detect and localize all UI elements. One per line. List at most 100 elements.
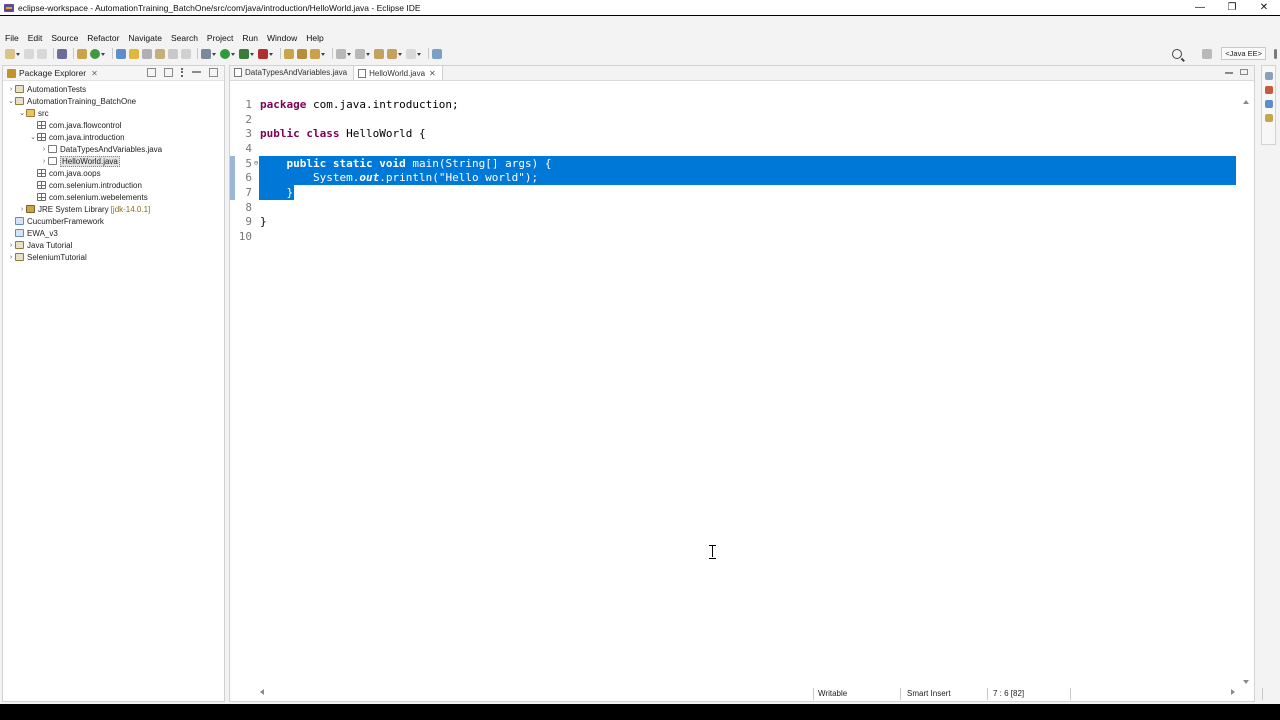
expand-toggle-icon[interactable]: ⌄ bbox=[7, 97, 15, 105]
minimize-view-icon[interactable] bbox=[192, 71, 201, 73]
block-selection-icon[interactable] bbox=[168, 48, 178, 59]
open-folder-icon[interactable] bbox=[297, 48, 307, 59]
expand-toggle-icon[interactable]: › bbox=[7, 242, 15, 249]
code-line[interactable]: 7 } bbox=[230, 185, 1238, 200]
tree-item[interactable]: EWA_v3 bbox=[3, 227, 224, 239]
expand-toggle-icon[interactable]: › bbox=[18, 206, 26, 213]
next-annotation-icon[interactable] bbox=[336, 48, 346, 59]
skip-breakpoints-icon[interactable] bbox=[57, 48, 67, 59]
previous-annotation-dropdown-icon[interactable] bbox=[366, 49, 371, 59]
fold-toggle-icon[interactable]: ⊖ bbox=[252, 159, 260, 167]
expand-toggle-icon[interactable]: ⌄ bbox=[18, 109, 26, 117]
menu-window[interactable]: Window bbox=[267, 33, 297, 43]
tab-helloworld[interactable]: HelloWorld.java ✕ bbox=[353, 65, 443, 80]
new-java-class-icon[interactable] bbox=[90, 48, 100, 59]
code-line[interactable]: 3 public class HelloWorld { bbox=[230, 126, 1238, 141]
javadoc-icon[interactable] bbox=[1264, 100, 1273, 108]
tree-item[interactable]: CucumberFramework bbox=[3, 215, 224, 227]
scroll-down-icon[interactable] bbox=[1243, 680, 1249, 684]
tree-item[interactable]: com.java.oops bbox=[3, 167, 224, 179]
toggle-mark-icon[interactable] bbox=[155, 48, 165, 59]
status-insert-mode[interactable]: Smart Insert bbox=[907, 689, 951, 698]
coverage-icon[interactable] bbox=[239, 48, 249, 59]
tree-item[interactable]: com.selenium.webelements bbox=[3, 191, 224, 203]
code-line[interactable]: 5 ⊖ public static void main(String[] args… bbox=[230, 156, 1238, 171]
external-tools-dropdown-icon[interactable] bbox=[269, 49, 274, 59]
tree-item[interactable]: › Java Tutorial bbox=[3, 239, 224, 251]
expand-toggle-icon[interactable]: › bbox=[7, 86, 15, 93]
tree-item[interactable]: › JRE System Library [jdk-14.0.1] bbox=[3, 203, 224, 215]
tree-item[interactable]: › SeleniumTutorial bbox=[3, 251, 224, 263]
expand-toggle-icon[interactable]: › bbox=[40, 158, 48, 165]
forward-icon[interactable] bbox=[406, 48, 416, 59]
code-line[interactable]: 8 bbox=[230, 200, 1238, 215]
debug-icon[interactable] bbox=[201, 48, 211, 59]
status-cursor-position[interactable]: 7 : 6 [82] bbox=[993, 689, 1024, 698]
coverage-dropdown-icon[interactable] bbox=[250, 49, 255, 59]
new-dropdown-icon[interactable] bbox=[16, 49, 21, 59]
menu-project[interactable]: Project bbox=[207, 33, 233, 43]
run-icon[interactable] bbox=[220, 48, 230, 59]
new-icon[interactable] bbox=[5, 48, 15, 59]
search-toolbar-icon[interactable] bbox=[142, 48, 152, 59]
minimize-button[interactable]: — bbox=[1184, 0, 1216, 15]
edit-dropdown-icon[interactable] bbox=[321, 49, 326, 59]
close-icon[interactable]: ✕ bbox=[91, 69, 98, 78]
menu-help[interactable]: Help bbox=[306, 33, 323, 43]
code-line[interactable]: 1 package com.java.introduction; bbox=[230, 97, 1238, 112]
code-line[interactable]: 10 bbox=[230, 229, 1238, 244]
new-java-package-icon[interactable] bbox=[77, 48, 87, 59]
tree-item[interactable]: › AutomationTests bbox=[3, 83, 224, 95]
code-line[interactable]: 4 bbox=[230, 141, 1238, 156]
expand-toggle-icon[interactable]: ⌄ bbox=[29, 133, 37, 141]
collapse-all-icon[interactable] bbox=[147, 68, 156, 77]
new-class-dropdown-icon[interactable] bbox=[101, 49, 106, 59]
close-icon[interactable]: ✕ bbox=[429, 69, 436, 78]
menu-source[interactable]: Source bbox=[51, 33, 78, 43]
open-type-icon[interactable] bbox=[116, 48, 126, 59]
menu-file[interactable]: File bbox=[5, 33, 19, 43]
menu-run[interactable]: Run bbox=[242, 33, 258, 43]
run-dropdown-icon[interactable] bbox=[231, 49, 236, 59]
save-icon[interactable] bbox=[24, 48, 34, 59]
back-dropdown-icon[interactable] bbox=[398, 49, 403, 59]
perspective-java-ee[interactable]: <Java EE> bbox=[1221, 47, 1266, 60]
link-with-editor-icon[interactable] bbox=[164, 68, 173, 77]
tree-item[interactable]: › HelloWorld.java bbox=[3, 155, 224, 167]
outline-icon[interactable] bbox=[1264, 72, 1273, 80]
close-button[interactable]: ✕ bbox=[1248, 0, 1280, 15]
menu-search[interactable]: Search bbox=[171, 33, 198, 43]
open-task-icon[interactable] bbox=[129, 48, 139, 59]
open-perspective-icon[interactable] bbox=[1202, 48, 1213, 59]
maximize-editor-icon[interactable] bbox=[1240, 69, 1248, 75]
show-whitespace-icon[interactable] bbox=[181, 48, 191, 59]
tree-item[interactable]: › DataTypesAndVariables.java bbox=[3, 143, 224, 155]
code-line[interactable]: 2 bbox=[230, 112, 1238, 127]
previous-annotation-icon[interactable] bbox=[355, 48, 365, 59]
pin-editor-icon[interactable] bbox=[432, 48, 442, 59]
tab-datatypesandvariables[interactable]: DataTypesAndVariables.java bbox=[230, 65, 353, 80]
code-line[interactable]: 9} bbox=[230, 215, 1238, 230]
tree-item[interactable]: com.java.flowcontrol bbox=[3, 119, 224, 131]
forward-dropdown-icon[interactable] bbox=[417, 49, 422, 59]
problems-icon[interactable] bbox=[1264, 86, 1273, 94]
tree-item[interactable]: ⌄ com.java.introduction bbox=[3, 131, 224, 143]
next-annotation-dropdown-icon[interactable] bbox=[347, 49, 352, 59]
edit-icon[interactable] bbox=[310, 48, 320, 59]
expand-toggle-icon[interactable]: › bbox=[40, 146, 48, 153]
menu-navigate[interactable]: Navigate bbox=[128, 33, 162, 43]
back-icon[interactable] bbox=[387, 48, 397, 59]
vertical-scrollbar[interactable] bbox=[1240, 98, 1254, 688]
tree-item[interactable]: com.selenium.introduction bbox=[3, 179, 224, 191]
view-menu-icon[interactable] bbox=[181, 68, 184, 77]
tree-item[interactable]: ⌄ src bbox=[3, 107, 224, 119]
search-icon[interactable] bbox=[1172, 48, 1183, 59]
open-project-icon[interactable] bbox=[284, 48, 294, 59]
code-line[interactable]: 6 System.out.println("Hello world"); bbox=[230, 171, 1238, 186]
maximize-button[interactable]: ❐ bbox=[1216, 0, 1248, 15]
menu-edit[interactable]: Edit bbox=[28, 33, 43, 43]
debug-dropdown-icon[interactable] bbox=[212, 49, 217, 59]
minimize-editor-icon[interactable] bbox=[1225, 72, 1233, 74]
maximize-view-icon[interactable] bbox=[209, 68, 218, 77]
tree-item[interactable]: ⌄ AutomationTraining_BatchOne bbox=[3, 95, 224, 107]
